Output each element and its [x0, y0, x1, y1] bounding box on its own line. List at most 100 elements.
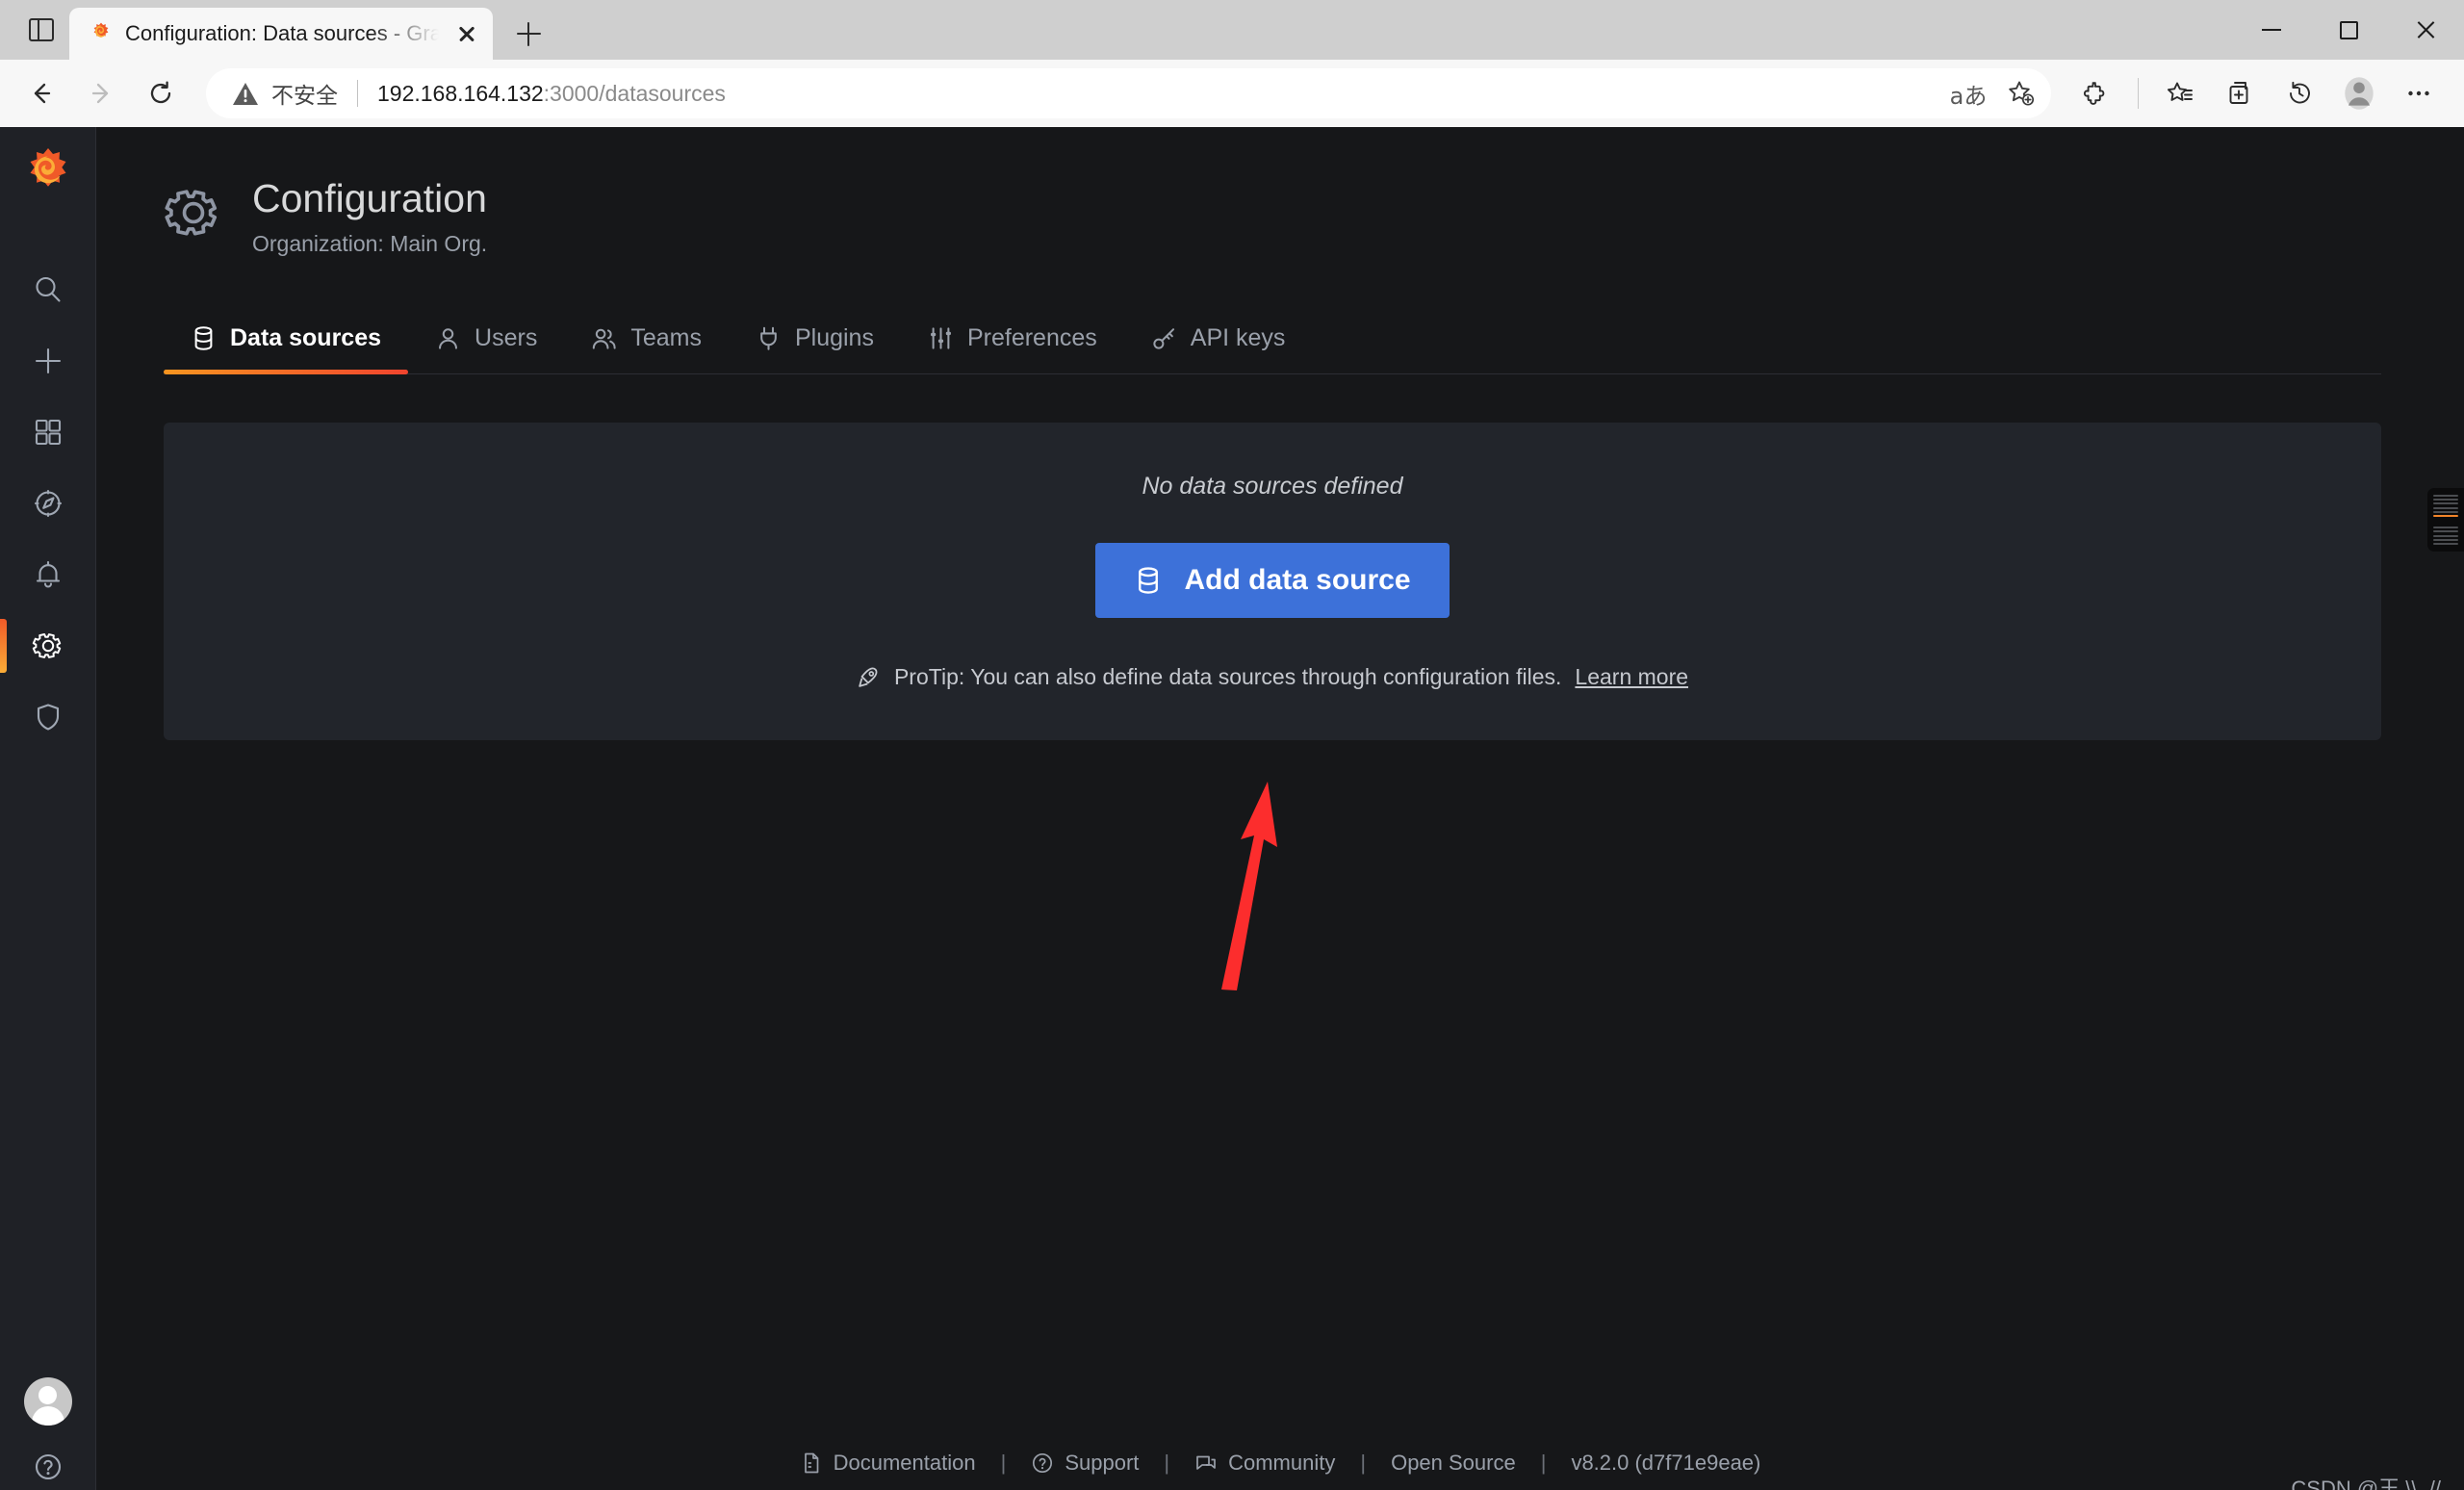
- security-indicator[interactable]: 不安全: [231, 77, 338, 110]
- footer-link-community[interactable]: Community: [1194, 1451, 1335, 1476]
- comments-icon: [1194, 1451, 1218, 1475]
- gear-icon: [164, 183, 223, 243]
- tab-plugins[interactable]: Plugins: [729, 313, 901, 373]
- split-panel-icon: [29, 17, 54, 42]
- window-minimize-button[interactable]: [2233, 0, 2310, 60]
- back-button[interactable]: [13, 65, 69, 121]
- page-footer: Documentation | Support | Community | Op…: [96, 1410, 2464, 1490]
- help-icon[interactable]: [32, 1451, 64, 1483]
- avatar[interactable]: [23, 1377, 72, 1426]
- page-title: Configuration: [252, 176, 487, 220]
- favorites-icon[interactable]: [2152, 65, 2208, 121]
- tab-label: API keys: [1190, 323, 1286, 351]
- protip-text: ProTip: You can also define data sources…: [893, 663, 1562, 689]
- sidebar-bottom: [23, 1377, 72, 1490]
- page-header: Configuration Organization: Main Org.: [164, 176, 2381, 257]
- footer-link-label: Documentation: [833, 1451, 976, 1475]
- sidebar-item-configuration[interactable]: [0, 610, 96, 681]
- edge-minimap-overlay[interactable]: [2427, 488, 2464, 552]
- page-body: Configuration Organization: Main Org. Da…: [96, 127, 2464, 1410]
- urlbar-actions: aあ: [1943, 71, 2045, 116]
- minimap-line: [2433, 502, 2458, 505]
- empty-state-text: No data sources defined: [1142, 472, 1403, 500]
- minimap-line: [2433, 534, 2458, 537]
- footer-version: v8.2.0 (d7f71e9eae): [1571, 1451, 1761, 1475]
- tab-api-keys[interactable]: API keys: [1124, 313, 1313, 373]
- page-header-text: Configuration Organization: Main Org.: [252, 176, 488, 257]
- sidebar-item-create[interactable]: [0, 325, 96, 397]
- document-icon: [800, 1451, 823, 1475]
- collections-icon[interactable]: [2212, 65, 2268, 121]
- dashboards-icon: [35, 419, 61, 446]
- minimap-gap: [2433, 519, 2458, 525]
- tab-teams[interactable]: Teams: [564, 313, 729, 373]
- extensions-icon[interactable]: [2068, 65, 2124, 121]
- history-icon[interactable]: [2272, 65, 2327, 121]
- browser-tab[interactable]: Configuration: Data sources - Gra: [69, 8, 493, 60]
- sidebar-item-server-admin[interactable]: [0, 681, 96, 753]
- new-tab-button[interactable]: [502, 8, 554, 60]
- translate-label: aあ: [1949, 82, 1988, 110]
- add-data-source-button[interactable]: Add data source: [1095, 542, 1450, 618]
- sidebar-item-dashboards[interactable]: [0, 397, 96, 468]
- shield-icon: [37, 704, 59, 731]
- translate-icon[interactable]: aあ: [1943, 71, 1993, 116]
- user-icon: [435, 325, 461, 351]
- config-tabbar: Data sources Users Teams Plugins Prefere…: [164, 313, 2381, 374]
- plus-icon: [35, 347, 61, 374]
- browser-chrome: Configuration: Data sources - Gra 不安全 19…: [0, 0, 2464, 127]
- learn-more-link[interactable]: Learn more: [1575, 664, 1688, 690]
- plug-icon: [756, 325, 782, 351]
- sidebar-item-search[interactable]: [0, 254, 96, 325]
- window-close-button[interactable]: [2387, 0, 2464, 60]
- url-text: 192.168.164.132:3000/datasources: [377, 81, 1943, 107]
- sidebar-item-alerting[interactable]: [0, 539, 96, 610]
- footer-link-support[interactable]: Support: [1031, 1451, 1139, 1476]
- browser-settings-icon[interactable]: [2391, 65, 2447, 121]
- protip-row: ProTip: You can also define data sources…: [857, 664, 1688, 690]
- reload-button[interactable]: [133, 65, 189, 121]
- footer-link-documentation[interactable]: Documentation: [800, 1451, 976, 1476]
- page-subtitle: Organization: Main Org.: [252, 230, 488, 256]
- minimap-line: [2433, 495, 2458, 497]
- warning-triangle-icon: [233, 83, 258, 105]
- watermark: CSDN @王 \\_//: [2291, 1477, 2441, 1490]
- tab-actions-icon[interactable]: [13, 0, 69, 60]
- security-label: 不安全: [271, 83, 338, 108]
- browser-toolbar: 不安全 192.168.164.132:3000/datasources aあ: [0, 60, 2464, 127]
- footer-separator: |: [1360, 1451, 1367, 1475]
- browser-tab-title: Configuration: Data sources - Gra: [125, 21, 439, 45]
- sidebar-item-explore[interactable]: [0, 468, 96, 539]
- sidebar: [0, 127, 96, 1490]
- question-circle-icon: [1031, 1451, 1054, 1475]
- gear-icon: [32, 633, 61, 658]
- key-icon: [1151, 325, 1177, 351]
- footer-link-open-source[interactable]: Open Source: [1391, 1451, 1516, 1476]
- window-maximize-button[interactable]: [2310, 0, 2387, 60]
- database-icon: [1134, 565, 1163, 596]
- tab-close-icon[interactable]: [450, 17, 483, 50]
- tab-label: Teams: [630, 323, 702, 351]
- profile-avatar[interactable]: [2331, 65, 2387, 121]
- tab-label: Data sources: [230, 323, 382, 351]
- avatar-body: [31, 1406, 64, 1426]
- add-data-source-label: Add data source: [1184, 563, 1411, 596]
- add-favorite-icon[interactable]: [1995, 71, 2045, 116]
- tab-users[interactable]: Users: [408, 313, 564, 373]
- url-host: 192.168.164.132: [377, 80, 544, 106]
- tab-label: Plugins: [794, 323, 874, 351]
- grafana-favicon: [89, 21, 114, 46]
- minimap-line: [2433, 527, 2458, 529]
- footer-separator: |: [1540, 1451, 1547, 1475]
- minimap-line: [2433, 506, 2458, 509]
- avatar-head: [38, 1386, 57, 1404]
- main-content: Configuration Organization: Main Org. Da…: [96, 127, 2464, 1490]
- address-bar[interactable]: 不安全 192.168.164.132:3000/datasources aあ: [206, 68, 2051, 118]
- tab-data-sources[interactable]: Data sources: [164, 313, 409, 374]
- grafana-logo-icon[interactable]: [19, 146, 77, 204]
- compass-icon: [34, 489, 62, 518]
- tab-preferences[interactable]: Preferences: [901, 313, 1124, 373]
- grafana-app: Configuration Organization: Main Org. Da…: [0, 127, 2464, 1490]
- footer-separator: |: [1000, 1451, 1007, 1475]
- minimap-line: [2433, 510, 2458, 513]
